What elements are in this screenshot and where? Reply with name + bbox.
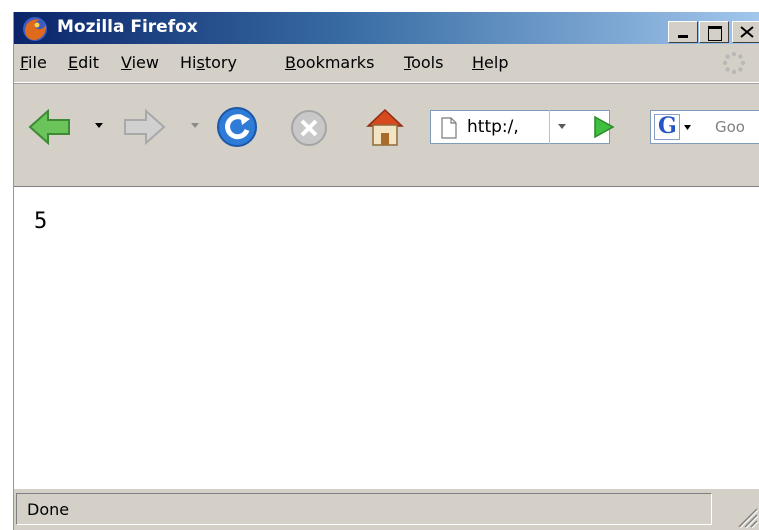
minimize-icon [678, 35, 688, 38]
minimize-button[interactable] [668, 21, 698, 43]
menu-tools-rest: ools [411, 53, 444, 72]
url-bar[interactable]: http:/, [430, 110, 610, 144]
menu-tools-accel: T [404, 53, 412, 72]
status-bar: Done [14, 488, 759, 530]
menu-help[interactable]: Help [472, 53, 508, 72]
menu-bookmarks-accel: B [285, 53, 296, 72]
menu-file-accel: F [20, 53, 29, 72]
url-dropdown-button[interactable] [549, 110, 574, 144]
url-text[interactable]: http:/, [467, 117, 519, 137]
navigation-toolbar: http:/, G Goo [14, 83, 759, 188]
status-text: Done [27, 500, 70, 519]
search-input[interactable]: Goo [715, 118, 745, 136]
menu-bookmarks-rest: ookmarks [295, 53, 375, 72]
browser-window: Mozilla Firefox File Edit View History B… [13, 12, 759, 530]
page-content: 5 [14, 186, 759, 489]
menu-file-rest: ile [28, 53, 47, 72]
menu-edit[interactable]: Edit [68, 53, 99, 72]
back-arrow-icon[interactable] [28, 108, 72, 146]
reload-icon[interactable] [216, 106, 258, 148]
close-button[interactable] [732, 21, 759, 43]
close-icon [740, 26, 754, 38]
menu-view-rest: iew [131, 53, 159, 72]
menu-view-accel: V [121, 53, 132, 72]
maximize-icon [708, 26, 722, 41]
menu-bar: File Edit View History Bookmarks Tools H… [14, 44, 759, 83]
menu-edit-accel: E [68, 53, 79, 72]
resize-grip-icon[interactable] [731, 501, 759, 529]
stop-icon[interactable] [290, 109, 328, 147]
menu-history-pre: Hi [180, 53, 197, 72]
menu-tools[interactable]: Tools [404, 53, 443, 72]
forward-dropdown-icon[interactable] [190, 122, 200, 130]
search-bar[interactable]: G Goo [650, 110, 759, 144]
menu-help-accel: H [472, 53, 485, 72]
go-arrow-icon[interactable] [587, 111, 619, 143]
back-dropdown-icon[interactable] [94, 122, 104, 130]
throbber-icon [722, 51, 746, 75]
search-engine-dropdown-icon[interactable] [683, 124, 692, 132]
title-bar[interactable]: Mozilla Firefox [14, 12, 759, 44]
menu-view[interactable]: View [121, 53, 159, 72]
firefox-logo-icon [23, 17, 47, 41]
status-panel: Done [16, 493, 712, 525]
menu-help-rest: elp [484, 53, 509, 72]
menu-bookmarks[interactable]: Bookmarks [285, 53, 374, 72]
chevron-down-icon [558, 124, 566, 129]
window-title: Mozilla Firefox [57, 17, 198, 37]
home-icon[interactable] [364, 106, 406, 148]
page-text: 5 [34, 209, 48, 234]
menu-file[interactable]: File [20, 53, 47, 72]
menu-history-accel: s [196, 53, 205, 72]
menu-history-rest: tory [204, 53, 237, 72]
google-g-icon[interactable]: G [654, 113, 680, 140]
page-icon [441, 117, 457, 139]
google-g-letter: G [658, 113, 677, 139]
menu-edit-rest: dit [78, 53, 99, 72]
maximize-button[interactable] [699, 21, 729, 43]
menu-history[interactable]: History [180, 53, 237, 72]
forward-arrow-icon[interactable] [122, 108, 166, 146]
